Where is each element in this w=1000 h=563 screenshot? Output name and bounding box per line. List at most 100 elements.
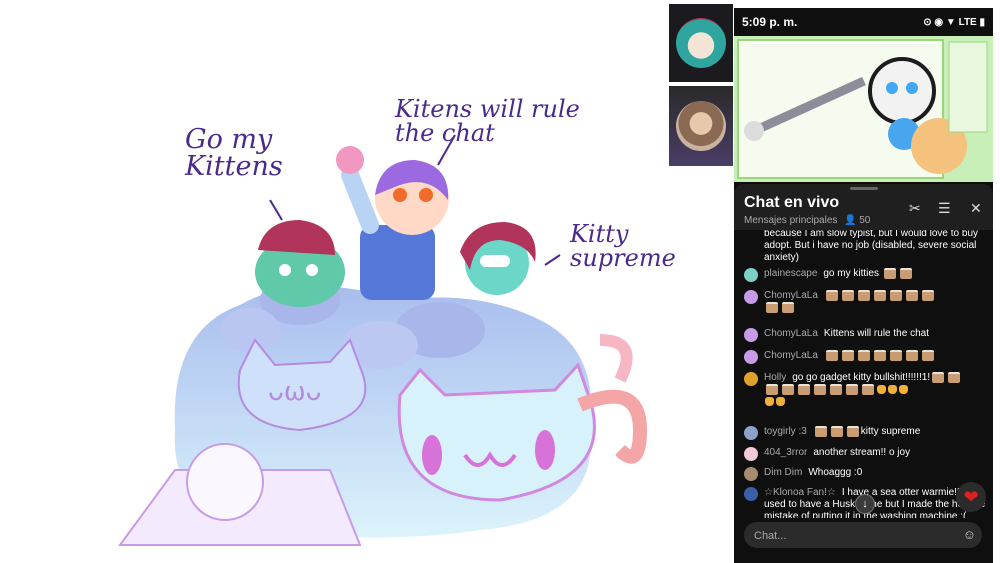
- box-emote-icon: [825, 350, 838, 361]
- box-emote-icon: [932, 372, 945, 383]
- handwritten-kitty-supreme: Kitty supreme: [570, 220, 676, 272]
- box-emote-icon: [862, 384, 874, 396]
- avatar: [744, 447, 758, 461]
- box-emote-icon: [905, 290, 918, 301]
- author-name[interactable]: ChomyLaLa: [764, 350, 818, 361]
- message-text: Whoaggg :0: [808, 467, 863, 478]
- box-emote-icon: [905, 350, 918, 361]
- list-item: because I am slow typist, but I would lo…: [744, 230, 989, 264]
- box-emote-icon: [766, 302, 778, 314]
- status-time: 5:09 p. m.: [742, 15, 798, 29]
- avatar: [744, 290, 758, 304]
- avatar: [744, 467, 758, 481]
- avatar: [744, 350, 758, 364]
- author-name[interactable]: ☆Klonoa Fan!☆: [764, 487, 836, 498]
- avatar: [744, 328, 758, 342]
- avatar: [744, 426, 758, 440]
- box-emote-icon: [873, 290, 886, 301]
- status-bar: 5:09 p. m. ⊙ ◉ ▼ LTE ▮: [734, 8, 993, 36]
- box-emote-icon: [948, 372, 961, 383]
- box-emote-icon: [798, 384, 810, 396]
- scroll-down-button[interactable]: ↓: [855, 494, 875, 514]
- author-name[interactable]: plainescape: [764, 268, 817, 279]
- box-emote-icon: [846, 384, 858, 396]
- drawing-canvas: ᴗωᴗ Go my Kittens Kitens will rule the c…: [0, 0, 676, 563]
- message-text: another stream!! o joy: [813, 447, 911, 458]
- chat-filter-dropdown[interactable]: Mensajes principales: [744, 215, 837, 226]
- list-item: plainescape go my kitties: [744, 268, 989, 282]
- author-name[interactable]: Dim Dim: [764, 467, 802, 478]
- author-name[interactable]: ChomyLaLa: [764, 328, 818, 339]
- cat-emote-icon: [877, 385, 886, 395]
- box-emote-icon: [830, 384, 842, 396]
- avatar: [744, 268, 758, 282]
- cat-emote-icon: [888, 385, 897, 395]
- box-emote-icon: [889, 290, 902, 301]
- author-name[interactable]: toygirly :3: [764, 426, 807, 437]
- box-emote-icon: [841, 290, 854, 301]
- webcam-thumbnail-1[interactable]: [669, 4, 733, 82]
- chat-input-box[interactable]: ☺: [744, 522, 982, 548]
- stream-video[interactable]: [734, 36, 993, 182]
- author-name[interactable]: Holly: [764, 372, 786, 383]
- list-item: toygirly :3 kitty supreme: [744, 426, 989, 440]
- chat-title: Chat en vivo: [744, 194, 840, 211]
- chat-header: Chat en vivo Mensajes principales 👤 50 ✂…: [734, 184, 993, 230]
- status-icons: ⊙ ◉ ▼ LTE ▮: [923, 16, 985, 28]
- message-text: Kittens will rule the chat: [823, 328, 929, 339]
- avatar-cat-character: [676, 18, 726, 68]
- webcam-thumbnail-2[interactable]: [669, 86, 733, 166]
- chat-message-list[interactable]: because I am slow typist, but I would lo…: [734, 230, 993, 518]
- box-emote-icon: [814, 426, 827, 437]
- box-emote-icon: [873, 350, 886, 361]
- box-emote-icon: [889, 350, 902, 361]
- person-icon: 👤: [844, 215, 860, 226]
- avatar: [744, 372, 758, 386]
- box-emote-icon: [899, 268, 912, 279]
- box-emote-icon: [766, 384, 778, 396]
- box-emote-icon: [846, 426, 859, 437]
- reaction-button[interactable]: ❤: [956, 482, 986, 512]
- message-text: go my kitties: [823, 268, 879, 280]
- list-item: ChomyLaLa: [744, 290, 989, 314]
- box-emote-icon: [782, 384, 794, 396]
- author-name[interactable]: 404_3rror: [764, 447, 807, 458]
- avatar-person: [676, 101, 726, 151]
- handwritten-kitens-rule-chat: Kitens will rule the chat: [395, 95, 580, 147]
- message-text: go go gadget kitty bullshit!!!!!!1!: [792, 372, 931, 384]
- avatar: [744, 487, 758, 501]
- box-emote-icon: [883, 268, 896, 279]
- phone-screen: 5:09 p. m. ⊙ ◉ ▼ LTE ▮ Chat en vivo Mens…: [734, 8, 993, 563]
- viewer-count: 50: [859, 215, 871, 226]
- list-item: ChomyLaLa Kittens will rule the chat: [744, 328, 989, 342]
- box-emote-icon: [921, 350, 934, 361]
- box-emote-icon: [921, 290, 934, 301]
- list-item: Holly go go gadget kitty bullshit!!!!!!1!: [744, 372, 989, 408]
- settings-sliders-icon[interactable]: ☰: [938, 200, 951, 217]
- box-emote-icon: [841, 350, 854, 361]
- message-text: kitty supreme: [860, 426, 921, 438]
- author-name[interactable]: ChomyLaLa: [764, 290, 818, 301]
- emoji-icon[interactable]: ☺: [963, 527, 976, 542]
- close-icon[interactable]: ✕: [970, 200, 982, 217]
- heart-icon: ❤: [963, 487, 979, 507]
- box-emote-icon: [825, 290, 838, 301]
- cat-emote-icon: [776, 397, 785, 407]
- kitten-pile-drawing: ᴗωᴗ: [118, 134, 648, 546]
- list-item: 404_3rror another stream!! o joy: [744, 447, 989, 461]
- drag-handle[interactable]: [850, 187, 878, 190]
- chat-input[interactable]: [752, 526, 956, 546]
- box-emote-icon: [857, 290, 870, 301]
- cat-emote-icon: [899, 385, 908, 395]
- box-emote-icon: [782, 302, 794, 314]
- handwritten-go-my-kittens: Go my Kittens: [185, 124, 283, 182]
- stream-video-thumbnail: [734, 36, 993, 182]
- box-emote-icon: [857, 350, 870, 361]
- list-item: ChomyLaLa: [744, 350, 989, 364]
- box-emote-icon: [814, 384, 826, 396]
- list-item: Dim Dim Whoaggg :0: [744, 467, 989, 481]
- message-text: because I am slow typist, but I would lo…: [764, 230, 978, 263]
- cat-emote-icon: [765, 397, 774, 407]
- svg-text:ᴗωᴗ: ᴗωᴗ: [268, 377, 322, 407]
- scissors-icon[interactable]: ✂: [909, 200, 921, 217]
